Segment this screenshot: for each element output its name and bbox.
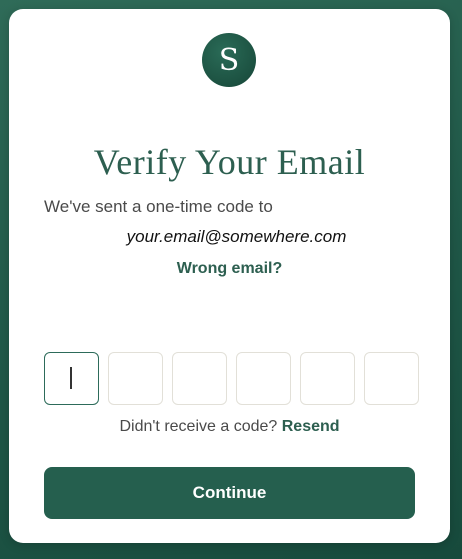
resend-line: Didn't receive a code? Resend bbox=[9, 418, 450, 436]
code-sent-text: We've sent a one-time code to bbox=[44, 197, 273, 216]
email-address: your.email@somewhere.com bbox=[126, 227, 347, 246]
brand-logo: S bbox=[202, 33, 256, 87]
otp-digit-5[interactable] bbox=[300, 352, 355, 405]
otp-digit-3[interactable] bbox=[172, 352, 227, 405]
otp-digit-6[interactable] bbox=[364, 352, 419, 405]
otp-digit-4[interactable] bbox=[236, 352, 291, 405]
resend-prompt: Didn't receive a code? bbox=[119, 418, 278, 435]
otp-digit-1-wrapper bbox=[44, 352, 99, 405]
verify-email-card: S Verify Your Email We've sent a one-tim… bbox=[9, 9, 450, 543]
resend-link[interactable]: Resend bbox=[282, 418, 340, 435]
wrong-email-link[interactable]: Wrong email? bbox=[9, 260, 450, 278]
otp-input-group bbox=[44, 352, 419, 405]
page-title: Verify Your Email bbox=[93, 142, 366, 182]
otp-digit-1[interactable] bbox=[44, 352, 99, 405]
brand-logo-letter: S bbox=[218, 42, 240, 78]
text-caret bbox=[70, 367, 72, 389]
continue-button[interactable]: Continue bbox=[44, 467, 415, 519]
otp-digit-2[interactable] bbox=[108, 352, 163, 405]
